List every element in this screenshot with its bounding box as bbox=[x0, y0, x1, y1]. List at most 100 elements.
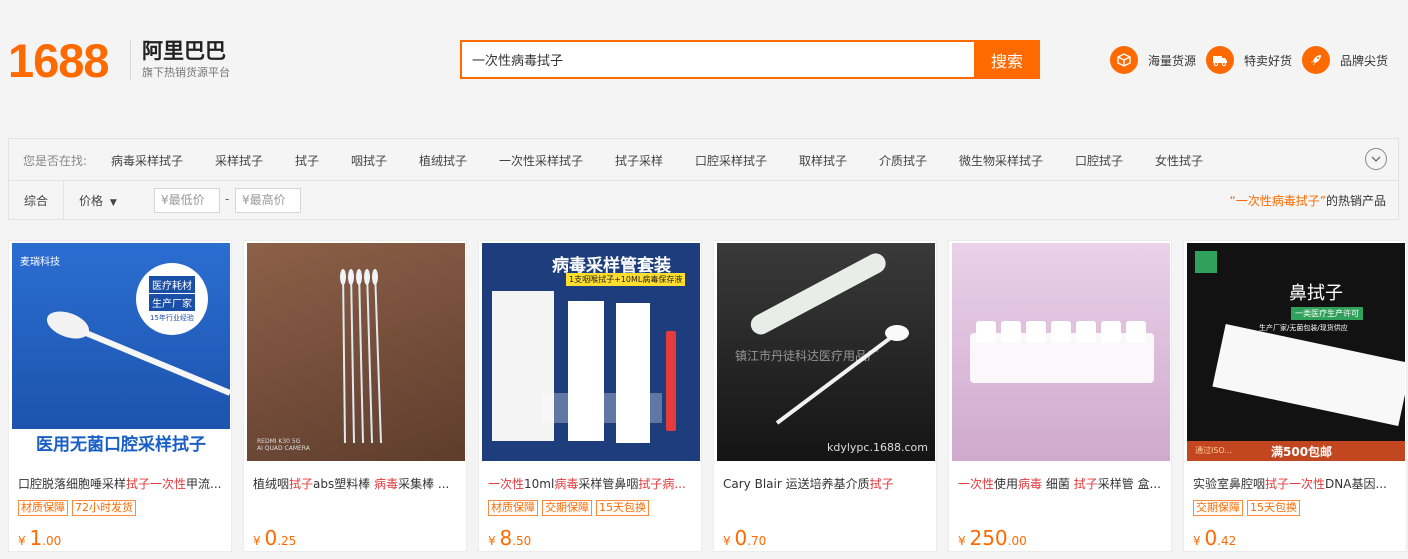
product-card[interactable]: 麦瑞科技 医疗耗材 生产厂家 15年行业经验 医用无菌口腔采样拭子口腔脱落细胞唾… bbox=[8, 240, 232, 552]
max-price-input[interactable]: ¥最高价 bbox=[235, 188, 301, 213]
feature-special-sale[interactable]: 特卖好货 bbox=[1206, 46, 1292, 74]
rocket-icon bbox=[1302, 46, 1330, 74]
suggest-item[interactable]: 口腔拭子 bbox=[1075, 152, 1123, 169]
product-image[interactable]: 镇江市丹徒科达医疗用品厂 kdylypc.1688.com bbox=[717, 243, 935, 461]
product-card[interactable]: REDMI K30 5G AI QUAD CAMERA 植绒咽拭子abs塑料棒 病毒… bbox=[243, 240, 467, 552]
title-text: 实验室鼻腔咽 bbox=[1193, 477, 1266, 491]
title-keyword: 一次性 bbox=[1289, 477, 1326, 491]
sort-comprehensive[interactable]: 综合 bbox=[9, 181, 64, 219]
price-dec: .50 bbox=[512, 534, 532, 548]
product-title[interactable]: Cary Blair 运送培养基介质拭子 bbox=[723, 475, 933, 492]
service-tag: 72小时发货 bbox=[72, 500, 136, 516]
price-dec: .25 bbox=[277, 534, 297, 548]
currency: ¥ bbox=[488, 534, 496, 548]
title-keyword: 病毒 bbox=[1018, 477, 1043, 491]
suggest-lead: 您是否在找: bbox=[23, 154, 88, 168]
currency: ¥ bbox=[253, 534, 261, 548]
title-text: 口腔脱落细胞唾采样 bbox=[18, 477, 127, 491]
price-int: 8 bbox=[499, 526, 513, 550]
currency: ¥ bbox=[1193, 534, 1201, 548]
product-title[interactable]: 一次性使用病毒 细菌 拭子采样管 盒... bbox=[958, 475, 1168, 492]
feature-brand[interactable]: 品牌尖货 bbox=[1302, 46, 1388, 74]
price-int: 1 bbox=[29, 526, 43, 550]
currency: ¥ bbox=[723, 534, 731, 548]
title-keyword: 拭子 bbox=[1073, 477, 1098, 491]
price-int: 0 bbox=[734, 526, 748, 550]
price-int: 250 bbox=[969, 526, 1008, 550]
filter-bar: 综合 价格 ▼ ¥最低价 - ¥最高价 “一次性病毒拭子”的热销产品 bbox=[8, 180, 1399, 220]
truck-icon bbox=[1206, 46, 1234, 74]
product-card[interactable]: 病毒采样管套装 1支咽喉拭子+10ML病毒保存液 一次性10ml病毒采样管鼻咽拭… bbox=[478, 240, 702, 552]
related-search-bar: 您是否在找: 病毒采样拭子 采样拭子 拭子 咽拭子 植绒拭子 一次性采样拭子 拭… bbox=[8, 138, 1399, 180]
title-keyword: 一次性 bbox=[958, 477, 995, 491]
product-card[interactable]: 一次性使用病毒 细菌 拭子采样管 盒... ¥ 250.00 bbox=[948, 240, 1172, 552]
product-card[interactable]: 鼻拭子 一类医疗生产许可 生产厂家/无菌包装/现货供应 通过ISO... 满50… bbox=[1183, 240, 1407, 552]
suggest-item[interactable]: 女性拭子 bbox=[1155, 152, 1203, 169]
suggest-item[interactable]: 一次性采样拭子 bbox=[499, 152, 583, 169]
title-keyword: 拭子 bbox=[289, 477, 314, 491]
logo-1688[interactable]: 1688 bbox=[8, 34, 110, 88]
suggest-item[interactable]: 拭子 bbox=[295, 152, 319, 169]
product-price: ¥ 1.00 bbox=[18, 526, 61, 550]
suggest-item[interactable]: 植绒拭子 bbox=[419, 152, 467, 169]
product-tags: 交期保障 15天包换 bbox=[1193, 500, 1300, 516]
product-card[interactable]: 镇江市丹徒科达医疗用品厂 kdylypc.1688.com Cary Blair … bbox=[713, 240, 937, 552]
product-title[interactable]: 一次性10ml病毒采样管鼻咽拭子病... bbox=[488, 475, 698, 492]
suggest-item[interactable]: 咽拭子 bbox=[351, 152, 387, 169]
service-tag: 15天包换 bbox=[1247, 500, 1300, 516]
title-keyword: 拭子 bbox=[1265, 477, 1290, 491]
suggest-item[interactable]: 取样拭子 bbox=[799, 152, 847, 169]
price-dec: .70 bbox=[747, 534, 767, 548]
hot-suffix: 的热销产品 bbox=[1325, 194, 1386, 208]
title-keyword: 一次性 bbox=[150, 477, 187, 491]
min-price-input[interactable]: ¥最低价 bbox=[154, 188, 220, 213]
product-tags: 材质保障 72小时发货 bbox=[18, 500, 136, 516]
product-price: ¥ 0.70 bbox=[723, 526, 766, 550]
hot-keyword: “一次性病毒拭子” bbox=[1229, 194, 1326, 208]
suggest-item[interactable]: 微生物采样拭子 bbox=[959, 152, 1043, 169]
price-int: 0 bbox=[1204, 526, 1218, 550]
title-text: 细菌 bbox=[1042, 477, 1074, 491]
suggest-item[interactable]: 口腔采样拭子 bbox=[695, 152, 767, 169]
title-text: 植绒咽 bbox=[253, 477, 290, 491]
feature-massive-supply[interactable]: 海量货源 bbox=[1110, 46, 1196, 74]
title-text: 甲流... bbox=[186, 477, 222, 491]
product-image[interactable] bbox=[952, 243, 1170, 461]
title-text: 使用 bbox=[994, 477, 1019, 491]
product-title[interactable]: 实验室鼻腔咽拭子一次性DNA基因... bbox=[1193, 475, 1403, 492]
chevron-down-icon[interactable] bbox=[1365, 148, 1387, 170]
search-button[interactable]: 搜索 bbox=[974, 40, 1040, 79]
product-title[interactable]: 植绒咽拭子abs塑料棒 病毒采集棒 ... bbox=[253, 475, 463, 492]
suggest-item[interactable]: 病毒采样拭子 bbox=[111, 152, 183, 169]
sort-price[interactable]: 价格 ▼ bbox=[79, 192, 117, 209]
title-text: 采样管 盒... bbox=[1097, 477, 1161, 491]
search-input[interactable]: 一次性病毒拭子 bbox=[460, 40, 976, 79]
title-text: DNA基因... bbox=[1325, 477, 1387, 491]
product-image[interactable]: REDMI K30 5G AI QUAD CAMERA bbox=[247, 243, 465, 461]
title-text: Cary Blair 运送培养基介质 bbox=[723, 477, 870, 491]
title-keyword: 病毒 bbox=[374, 477, 399, 491]
service-tag: 交期保障 bbox=[542, 500, 592, 516]
price-dash: - bbox=[225, 192, 230, 206]
service-tag: 材质保障 bbox=[488, 500, 538, 516]
feature-label: 品牌尖货 bbox=[1340, 53, 1389, 68]
sort-price-label: 价格 bbox=[79, 194, 104, 208]
title-keyword: 拭子病... bbox=[638, 477, 686, 491]
title-text: 采样管鼻咽 bbox=[578, 477, 639, 491]
feature-label: 特卖好货 bbox=[1244, 53, 1293, 68]
product-image[interactable]: 麦瑞科技 医疗耗材 生产厂家 15年行业经验 医用无菌口腔采样拭子 bbox=[12, 243, 230, 461]
product-image[interactable]: 病毒采样管套装 1支咽喉拭子+10ML病毒保存液 bbox=[482, 243, 700, 461]
suggest-item[interactable]: 介质拭子 bbox=[879, 152, 927, 169]
box-icon bbox=[1110, 46, 1138, 74]
suggest-item[interactable]: 拭子采样 bbox=[615, 152, 663, 169]
logo-alibaba[interactable]: 阿里巴巴 bbox=[142, 38, 226, 64]
product-image[interactable]: 鼻拭子 一类医疗生产许可 生产厂家/无菌包装/现货供应 通过ISO... 满50… bbox=[1187, 243, 1405, 461]
title-text: abs塑料棒 bbox=[313, 477, 375, 491]
suggest-item[interactable]: 采样拭子 bbox=[215, 152, 263, 169]
title-text: 采集棒 ... bbox=[398, 477, 450, 491]
caret-down-icon: ▼ bbox=[109, 198, 117, 208]
price-dec: .00 bbox=[1007, 534, 1027, 548]
logo-slogan: 旗下热销货源平台 bbox=[142, 66, 230, 79]
product-title[interactable]: 口腔脱落细胞唾采样拭子一次性甲流... bbox=[18, 475, 228, 492]
hot-products-link[interactable]: “一次性病毒拭子”的热销产品 bbox=[1230, 192, 1386, 209]
